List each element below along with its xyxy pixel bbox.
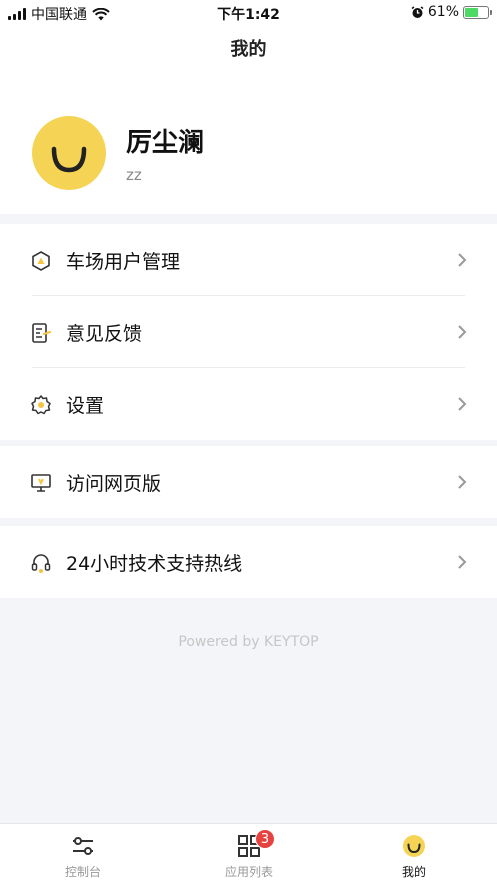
menu-item-parking-user-management[interactable]: 车场用户管理 [0, 224, 497, 296]
monitor-icon [31, 474, 51, 492]
sliders-icon [73, 837, 93, 855]
smiley-avatar-icon [51, 146, 87, 173]
profile-name: 厉尘澜 [126, 128, 205, 158]
chevron-right-icon [458, 397, 467, 411]
settings-gear-icon [31, 395, 51, 415]
notification-badge: 3 [255, 829, 275, 849]
battery-percent: 61% [427, 4, 459, 20]
tab-app-list[interactable]: 3 应用列表 [166, 824, 332, 883]
profile-card[interactable]: 厉尘澜 zz [0, 76, 497, 214]
tab-bar: 控制台 3 应用列表 我的 [0, 823, 497, 883]
chevron-right-icon [458, 253, 467, 267]
profile-account: zz [126, 166, 142, 184]
menu-label: 设置 [66, 395, 105, 417]
avatar[interactable] [32, 116, 106, 190]
menu-group-web: 访问网页版 [0, 446, 497, 518]
menu-label: 24小时技术支持热线 [66, 553, 243, 575]
menu-item-support-hotline[interactable]: 24小时技术支持热线 [0, 526, 497, 598]
status-bar: 中国联通 下午1:42 61% [0, 0, 497, 26]
menu-label: 访问网页版 [66, 473, 162, 495]
chevron-right-icon [458, 325, 467, 339]
battery-charging-icon [463, 5, 492, 19]
menu-item-web-version[interactable]: 访问网页版 [0, 446, 497, 518]
tab-label: 控制台 [64, 865, 101, 879]
powered-by-label: Powered by KEYTOP [178, 634, 319, 650]
menu-item-settings[interactable]: 设置 [0, 368, 497, 440]
status-bar-right: 61% [411, 4, 492, 20]
menu-group-support: 24小时技术支持热线 [0, 526, 497, 598]
alarm-icon [411, 5, 424, 18]
headset-icon [31, 554, 51, 573]
smiley-icon [403, 835, 425, 857]
menu-item-feedback[interactable]: 意见反馈 [0, 296, 497, 368]
chevron-right-icon [458, 555, 467, 569]
tab-label: 我的 [401, 865, 426, 879]
page-title: 我的 [0, 26, 497, 76]
tab-label: 应用列表 [224, 865, 273, 879]
chevron-right-icon [458, 475, 467, 489]
menu-group-account: 车场用户管理 意见反馈 设置 [0, 224, 497, 440]
tab-console[interactable]: 控制台 [0, 824, 166, 883]
menu-label: 车场用户管理 [66, 251, 181, 273]
menu-label: 意见反馈 [66, 323, 143, 345]
parking-user-icon [32, 251, 50, 271]
feedback-icon [32, 323, 52, 343]
tab-mine[interactable]: 我的 [331, 824, 497, 883]
